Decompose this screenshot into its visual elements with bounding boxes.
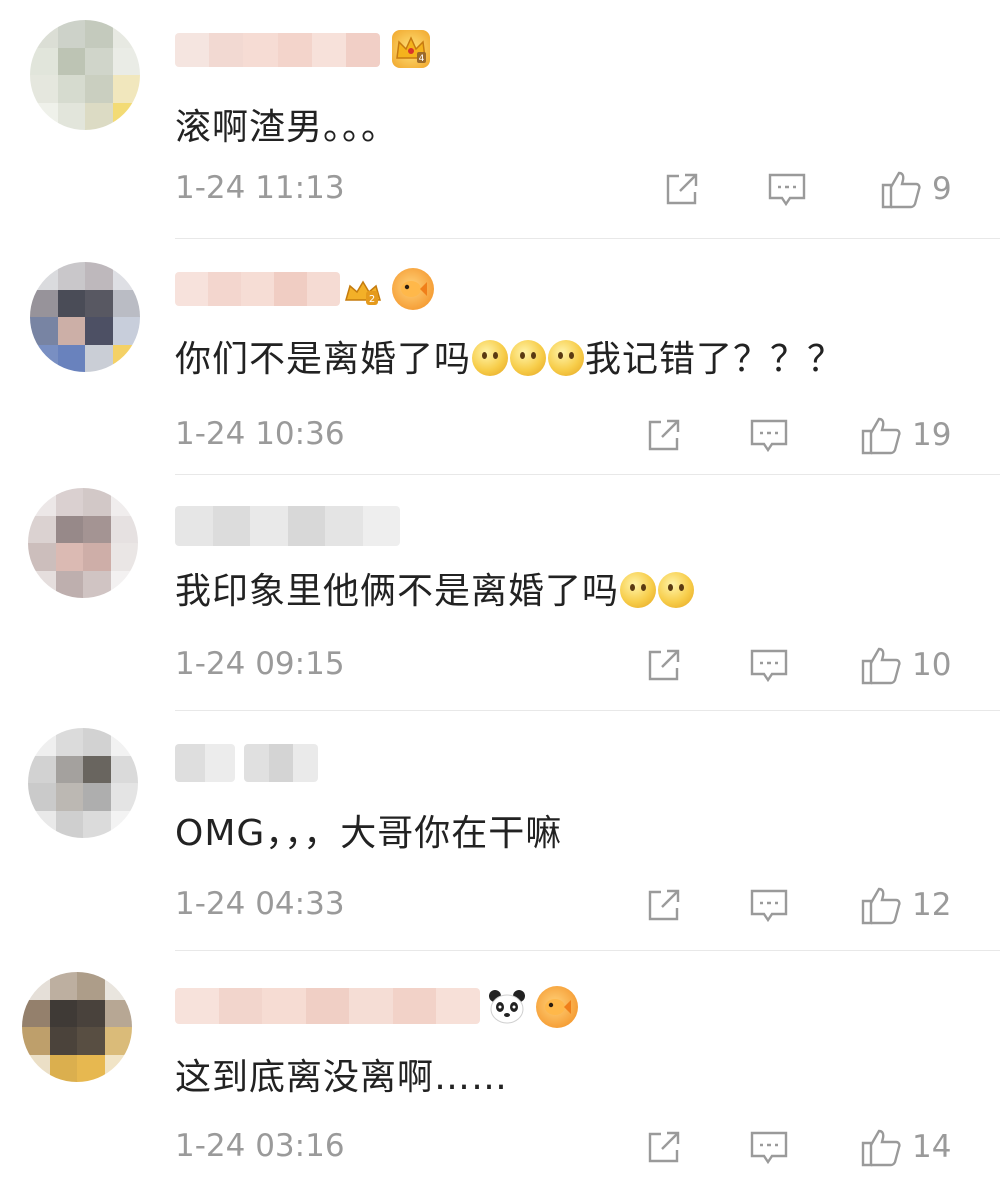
username-blurred[interactable] bbox=[175, 272, 340, 306]
confused-face-emoji bbox=[510, 340, 547, 376]
thumbs-up-icon bbox=[881, 171, 921, 209]
username-blurred[interactable] bbox=[175, 744, 235, 782]
comment-time: 1-24 10:36 bbox=[175, 416, 345, 452]
thinking-face-emoji bbox=[620, 572, 657, 608]
reply-button[interactable] bbox=[749, 888, 789, 924]
reply-button[interactable] bbox=[767, 172, 807, 208]
comment-item: OMG，，，大哥你在干嘛 1-24 04:33 12 bbox=[0, 710, 1000, 951]
comment-item: 这到底离没离啊…… 1-24 03:16 14 bbox=[0, 950, 1000, 1193]
reply-button[interactable] bbox=[749, 418, 789, 454]
thumbs-up-icon bbox=[861, 1129, 901, 1167]
share-button[interactable] bbox=[645, 646, 683, 684]
comment-icon bbox=[768, 173, 806, 207]
comment-time: 1-24 11:13 bbox=[175, 170, 345, 206]
like-count: 9 bbox=[932, 171, 952, 207]
share-icon bbox=[648, 889, 680, 921]
comment-icon bbox=[750, 889, 788, 923]
share-button[interactable] bbox=[645, 416, 683, 454]
username-blurred[interactable] bbox=[175, 506, 400, 546]
comment-text: 你们不是离婚了吗 我记错了？？？ bbox=[175, 336, 844, 384]
thumbs-up-icon bbox=[861, 647, 901, 685]
like-button[interactable]: 12 bbox=[860, 884, 951, 926]
comment-time: 1-24 04:33 bbox=[175, 886, 345, 922]
comment-text: 我印象里他俩不是离婚了吗 bbox=[175, 568, 695, 616]
comment-item: 我印象里他俩不是离婚了吗 1-24 09:15 10 bbox=[0, 474, 1000, 711]
comment-time: 1-24 03:16 bbox=[175, 1128, 345, 1164]
avatar[interactable] bbox=[30, 20, 140, 130]
thumbs-up-icon bbox=[861, 417, 901, 455]
share-icon bbox=[666, 173, 698, 205]
like-button[interactable]: 19 bbox=[860, 414, 951, 456]
like-button[interactable]: 14 bbox=[860, 1126, 951, 1168]
crown-level-4-icon: 4 bbox=[392, 30, 430, 68]
comment-icon bbox=[750, 1131, 788, 1165]
confused-face-emoji bbox=[472, 340, 509, 376]
avatar[interactable] bbox=[22, 972, 132, 1082]
share-button[interactable] bbox=[645, 886, 683, 924]
comment-icon bbox=[750, 649, 788, 683]
comment-text-part: 我印象里他俩不是离婚了吗 bbox=[175, 571, 620, 612]
username-blurred[interactable] bbox=[175, 988, 480, 1024]
thinking-face-emoji bbox=[658, 572, 695, 608]
svg-text:2: 2 bbox=[369, 294, 375, 305]
panda-icon bbox=[486, 986, 528, 1028]
share-icon bbox=[648, 1131, 680, 1163]
comment-time: 1-24 09:15 bbox=[175, 646, 345, 682]
like-button[interactable]: 9 bbox=[880, 168, 952, 210]
comment-text: 滚啊渣男。。。 bbox=[175, 107, 399, 148]
comment-text-part: 你们不是离婚了吗 bbox=[175, 339, 472, 380]
comment-item: 4 滚啊渣男。。。 1-24 11:13 9 bbox=[0, 0, 1000, 240]
thumbs-up-icon bbox=[861, 887, 901, 925]
share-icon bbox=[648, 419, 680, 451]
comment-text: 这到底离没离啊…… bbox=[175, 1057, 509, 1098]
like-button[interactable]: 10 bbox=[860, 644, 951, 686]
fan-level-2-icon: 2 bbox=[344, 272, 382, 310]
username-blurred[interactable] bbox=[244, 744, 318, 782]
reply-button[interactable] bbox=[749, 648, 789, 684]
svg-text:4: 4 bbox=[419, 54, 425, 64]
avatar[interactable] bbox=[28, 728, 138, 838]
goldfish-icon bbox=[392, 268, 434, 310]
avatar[interactable] bbox=[28, 488, 138, 598]
share-icon bbox=[648, 649, 680, 681]
like-count: 14 bbox=[912, 1129, 952, 1165]
divider bbox=[175, 238, 1000, 239]
avatar[interactable] bbox=[30, 262, 140, 372]
share-button[interactable] bbox=[663, 170, 701, 208]
comment-item: 2 你们不是离婚了吗 我记错了？？？ 1-24 10:36 19 bbox=[0, 240, 1000, 480]
comment-text-part: 我记错了？？？ bbox=[585, 339, 845, 380]
username-blurred[interactable] bbox=[175, 33, 380, 67]
like-count: 19 bbox=[912, 417, 952, 453]
like-count: 12 bbox=[912, 887, 952, 923]
comment-icon bbox=[750, 419, 788, 453]
confused-face-emoji bbox=[548, 340, 585, 376]
like-count: 10 bbox=[912, 647, 952, 683]
share-button[interactable] bbox=[645, 1128, 683, 1166]
goldfish-icon bbox=[536, 986, 578, 1028]
comment-text: OMG，，，大哥你在干嘛 bbox=[175, 813, 563, 854]
reply-button[interactable] bbox=[749, 1130, 789, 1166]
